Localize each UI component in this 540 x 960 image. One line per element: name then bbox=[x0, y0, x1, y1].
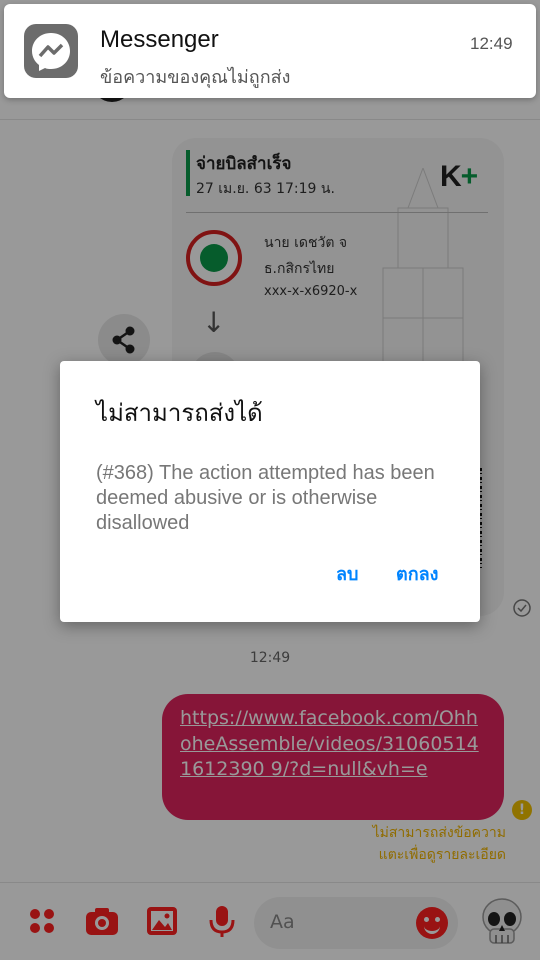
notification-banner[interactable]: Messenger 12:49 ข้อความของคุณไม่ถูกส่ง bbox=[4, 4, 536, 98]
messenger-app-icon bbox=[24, 24, 78, 78]
notification-message: ข้อความของคุณไม่ถูกส่ง bbox=[100, 67, 291, 88]
dialog-title: ไม่สามารถส่งได้ bbox=[96, 399, 263, 427]
delete-button[interactable]: ลบ bbox=[336, 559, 358, 588]
ok-button[interactable]: ตกลง bbox=[396, 559, 438, 588]
notification-app-name: Messenger bbox=[100, 26, 219, 53]
dialog-message: (#368) The action attempted has been dee… bbox=[96, 462, 435, 534]
messenger-icon bbox=[32, 33, 70, 71]
notification-time: 12:49 bbox=[470, 34, 513, 53]
error-dialog: ไม่สามารถส่งได้ (#368) The action attemp… bbox=[60, 361, 480, 622]
